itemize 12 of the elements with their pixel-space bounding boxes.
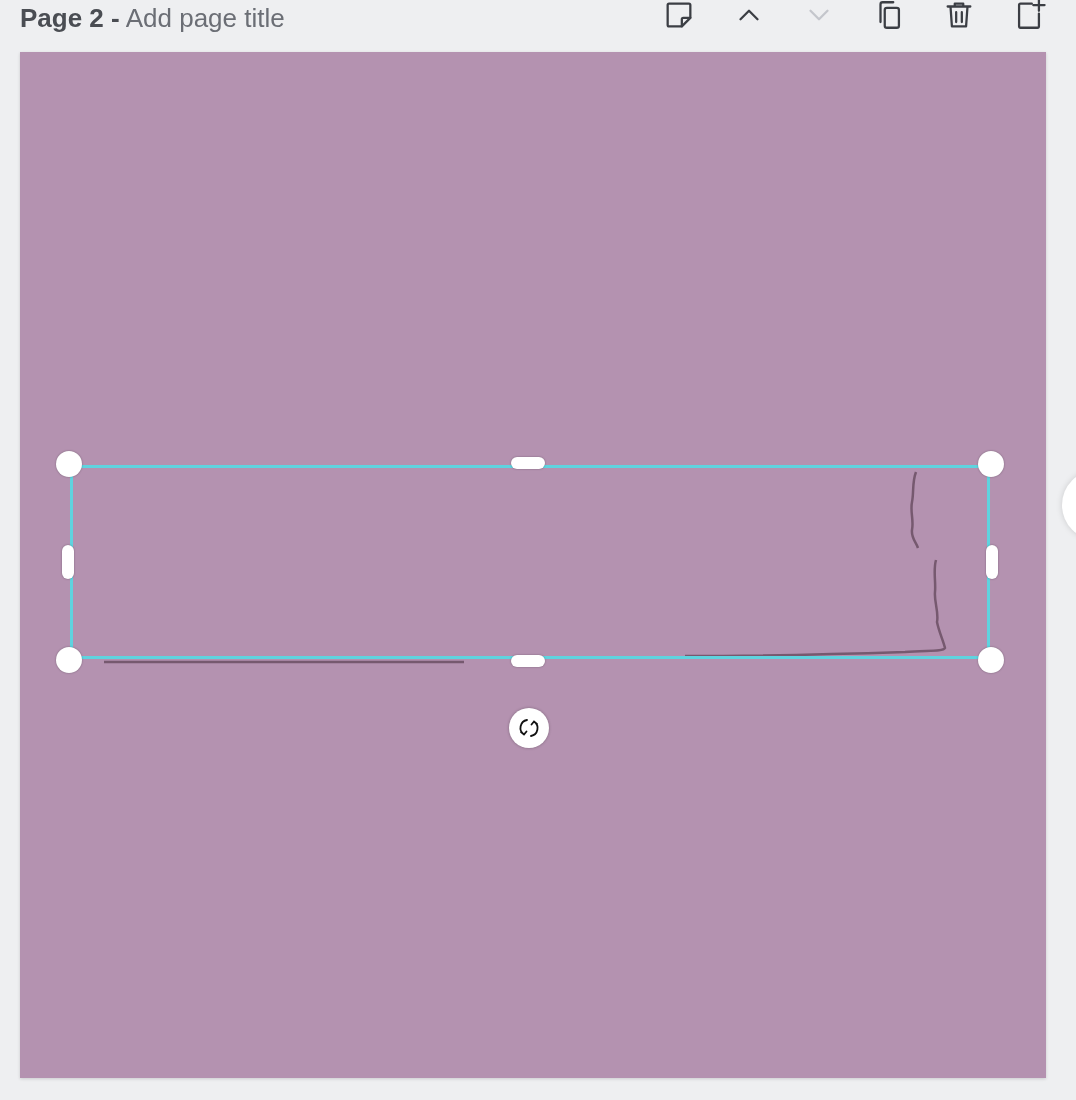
page-label: Page 2 - (20, 2, 120, 34)
resize-handle[interactable] (511, 655, 545, 667)
rotate-icon (517, 716, 541, 740)
rotate-button[interactable] (509, 708, 549, 748)
resize-handle[interactable] (978, 647, 1004, 673)
resize-handle[interactable] (62, 545, 74, 579)
resize-handle[interactable] (56, 647, 82, 673)
resize-handle[interactable] (56, 451, 82, 477)
resize-handle[interactable] (986, 545, 998, 579)
resize-handle[interactable] (978, 451, 1004, 477)
page-title-field[interactable]: Add page title (125, 2, 386, 34)
resize-handle[interactable] (511, 457, 545, 469)
